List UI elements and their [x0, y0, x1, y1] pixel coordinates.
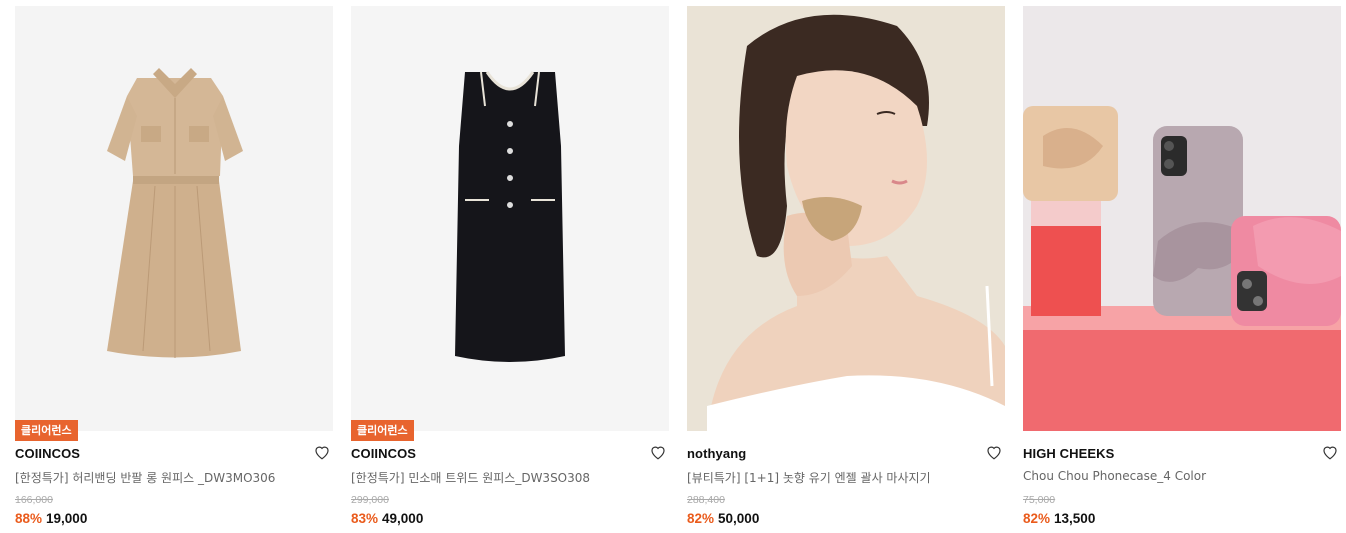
heart-icon[interactable]	[985, 443, 1003, 461]
sale-price: 19,000	[46, 511, 88, 526]
brand-name[interactable]: HIGH CHEEKS	[1023, 446, 1114, 461]
product-card[interactable]: HIGH CHEEKS Chou Chou Phonecase_4 Color …	[1023, 6, 1341, 533]
heart-icon[interactable]	[1321, 443, 1339, 461]
product-image[interactable]	[1023, 6, 1341, 431]
brand-name[interactable]: COIINCOS	[351, 446, 416, 461]
product-grid: 클리어런스 COIINCOS [한정특가] 허리밴딩 반팔 롱 원피스 _DW3…	[15, 6, 1341, 533]
original-price: 75,000	[1023, 494, 1056, 506]
beige-shirt-dress-photo	[15, 6, 333, 431]
sale-price: 50,000	[718, 511, 760, 526]
product-card[interactable]: nothyang [뷰티특가] [1+1] 놋향 유기 엔젤 괄사 마사지기 2…	[687, 6, 1005, 533]
original-price: 166,000	[15, 494, 53, 506]
discount-rate: 82%	[687, 511, 715, 526]
clearance-badge: 클리어런스	[15, 420, 78, 441]
product-name[interactable]: Chou Chou Phonecase_4 Color	[1023, 469, 1206, 483]
product-card[interactable]: 클리어런스 COIINCOS [한정특가] 허리밴딩 반팔 롱 원피스 _DW3…	[15, 6, 333, 533]
brand-name[interactable]: COIINCOS	[15, 446, 80, 461]
clearance-badge: 클리어런스	[351, 420, 414, 441]
discount-rate: 83%	[351, 511, 379, 526]
price-row: 82% 50,000	[687, 511, 759, 526]
model-gua-sha-photo	[687, 6, 1005, 431]
product-card[interactable]: 클리어런스 COIINCOS [한정특가] 민소매 트위드 원피스_DW3SO3…	[351, 6, 669, 533]
product-name[interactable]: [뷰티특가] [1+1] 놋향 유기 엔젤 괄사 마사지기	[687, 469, 931, 486]
discount-rate: 88%	[15, 511, 43, 526]
original-price: 288,400	[687, 494, 725, 506]
product-name[interactable]: [한정특가] 허리밴딩 반팔 롱 원피스 _DW3MO306	[15, 469, 275, 486]
product-image[interactable]	[351, 6, 669, 431]
brand-name[interactable]: nothyang	[687, 446, 746, 461]
sale-price: 13,500	[1054, 511, 1096, 526]
price-row: 88% 19,000	[15, 511, 87, 526]
product-image[interactable]	[687, 6, 1005, 431]
price-row: 82% 13,500	[1023, 511, 1095, 526]
bow-phonecase-photo	[1023, 6, 1341, 431]
original-price: 299,000	[351, 494, 389, 506]
price-row: 83% 49,000	[351, 511, 423, 526]
heart-icon[interactable]	[649, 443, 667, 461]
heart-icon[interactable]	[313, 443, 331, 461]
product-name[interactable]: [한정특가] 민소매 트위드 원피스_DW3SO308	[351, 469, 590, 486]
product-image[interactable]	[15, 6, 333, 431]
discount-rate: 82%	[1023, 511, 1051, 526]
black-tweed-dress-photo	[351, 6, 669, 431]
sale-price: 49,000	[382, 511, 424, 526]
